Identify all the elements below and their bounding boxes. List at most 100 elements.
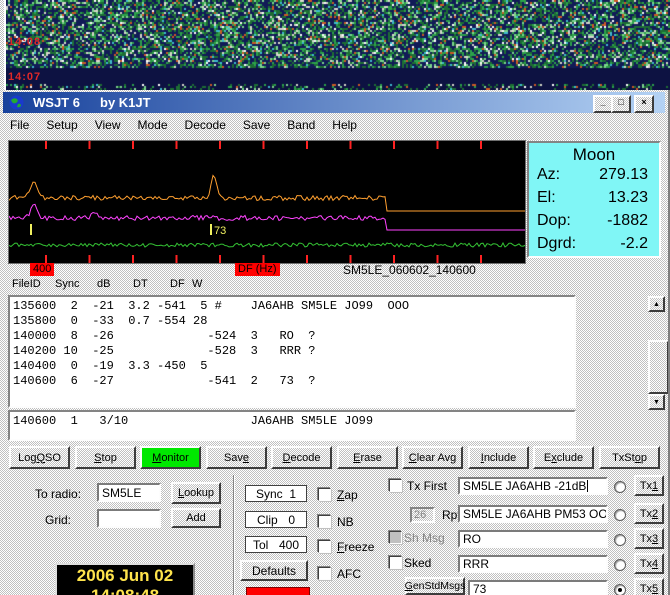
menu-help[interactable]: Help: [332, 118, 357, 132]
to-radio-label: To radio:: [35, 487, 81, 501]
afc-label: AFC: [337, 567, 361, 581]
clip-label: Clip: [257, 513, 278, 527]
clear-avg-button[interactable]: Clear Avg: [402, 446, 463, 469]
tx3-message-value: RO: [463, 532, 481, 546]
moon-az-label: Az:: [537, 166, 560, 184]
sked-checkbox[interactable]: [389, 556, 402, 569]
average-text-area[interactable]: 140600 1 3/10 JA6AHB SM5LE JO99: [8, 410, 576, 441]
defaults-button[interactable]: Defaults: [240, 560, 308, 581]
stop-button[interactable]: Stop: [75, 446, 136, 469]
maximize-button[interactable]: □: [611, 95, 631, 113]
tx1-radio[interactable]: [614, 481, 626, 493]
nb-label: NB: [337, 515, 354, 529]
menu-save[interactable]: Save: [243, 118, 270, 132]
tx5-radio[interactable]: [614, 584, 626, 595]
tx4-message-input[interactable]: RRR: [458, 555, 608, 573]
grid-input[interactable]: [97, 509, 161, 528]
zap-checkbox[interactable]: [318, 488, 331, 501]
tx5-button[interactable]: Tx5: [634, 578, 664, 595]
decode-line[interactable]: 135800 0 -33 0.7 -554 28: [13, 314, 574, 329]
spectrum-graph[interactable]: 73: [8, 140, 526, 264]
save-button[interactable]: Save: [206, 446, 267, 469]
decode-line[interactable]: 140000 8 -26 -524 3 RO ?: [13, 329, 574, 344]
scroll-up-icon[interactable]: ▲: [648, 296, 665, 312]
menu-decode[interactable]: Decode: [185, 118, 226, 132]
decode-line[interactable]: 140200 10 -25 -528 3 RRR ?: [13, 344, 574, 359]
menu-bar: File Setup View Mode Decode Save Band He…: [3, 115, 670, 134]
monitor-button[interactable]: Monitor: [140, 446, 201, 469]
message-marker-label: 73: [214, 225, 226, 237]
scroll-down-icon[interactable]: ▼: [648, 394, 665, 410]
waterfall-display[interactable]: [6, 0, 670, 90]
sync-label: Sync: [256, 487, 283, 501]
header-sync: Sync: [55, 278, 79, 290]
menu-view[interactable]: View: [95, 118, 121, 132]
to-radio-input[interactable]: SM5LE: [97, 483, 161, 502]
menu-band[interactable]: Band: [287, 118, 315, 132]
tx2-message-input[interactable]: SM5LE JA6AHB PM53 OOO: [458, 505, 608, 523]
exclude-button[interactable]: Exclude: [533, 446, 594, 469]
decode-text-area[interactable]: 135600 2 -21 3.2 -541 5 # JA6AHB SM5LE J…: [8, 295, 576, 408]
clock-date: 2006 Jun 02: [57, 566, 193, 586]
tx4-button[interactable]: Tx4: [634, 553, 664, 574]
decode-scrollbar[interactable]: ▲ ▼: [648, 296, 665, 410]
menu-setup[interactable]: Setup: [46, 118, 77, 132]
tx1-button[interactable]: Tx1: [634, 475, 664, 496]
lookup-button[interactable]: Lookup: [171, 482, 221, 504]
menu-file[interactable]: File: [10, 118, 29, 132]
decode-line[interactable]: 140600 6 -27 -541 2 73 ?: [13, 374, 574, 389]
sync-value: 1: [289, 487, 296, 501]
rpt-input[interactable]: 26: [410, 507, 435, 523]
tx1-message-input[interactable]: SM5LE JA6AHB -21dB: [458, 477, 608, 495]
sync-control[interactable]: Sync 1: [245, 485, 307, 502]
header-w: W: [192, 278, 202, 290]
menu-mode[interactable]: Mode: [138, 118, 168, 132]
moon-dgrd-value: -2.2: [620, 235, 648, 253]
sync-marker: [30, 224, 32, 235]
decode-line[interactable]: 135600 2 -21 3.2 -541 5 # JA6AHB SM5LE J…: [13, 299, 574, 314]
tx5-message-input[interactable]: 73: [468, 580, 608, 595]
add-button[interactable]: Add: [171, 508, 221, 528]
moon-panel: Moon Az:279.13 El:13.23 Dop:-1882 Dgrd:-…: [527, 141, 661, 258]
gen-std-msgs-button[interactable]: GenStdMsgs: [405, 577, 465, 595]
tx2-radio[interactable]: [614, 509, 626, 521]
tx4-radio[interactable]: [614, 559, 626, 571]
message-marker: [210, 224, 212, 235]
zap-label: Zap: [337, 488, 358, 502]
tx2-button[interactable]: Tx2: [634, 503, 664, 524]
tol-control[interactable]: Tol400: [245, 536, 307, 553]
clock-time: 14:08:48: [57, 586, 193, 595]
tol-value: 400: [279, 538, 299, 552]
log-qso-button[interactable]: Log QSO: [9, 446, 70, 469]
scroll-thumb[interactable]: [648, 340, 669, 394]
minimize-button[interactable]: _: [593, 95, 613, 113]
wav-file-name: SM5LE_060602_140600: [343, 263, 476, 277]
erase-button[interactable]: Erase: [337, 446, 398, 469]
average-line[interactable]: 140600 1 3/10 JA6AHB SM5LE JO99: [13, 414, 574, 429]
moon-az-value: 279.13: [599, 166, 648, 184]
df-axis-label: DF (Hz): [235, 263, 280, 276]
freeze-checkbox[interactable]: [318, 540, 331, 553]
wsjt-window: WSJT 6 by K1JT _ □ × File Setup View Mod…: [0, 90, 670, 595]
nb-checkbox[interactable]: [318, 515, 331, 528]
tx-first-label: Tx First: [407, 479, 447, 493]
tx-first-checkbox[interactable]: [389, 479, 402, 492]
decode-line[interactable]: 140400 0 -19 3.3 -450 5: [13, 359, 574, 374]
afc-checkbox[interactable]: [318, 567, 331, 580]
moon-row: Az: 279.13: [529, 165, 659, 184]
clip-control[interactable]: Clip 0: [245, 511, 307, 528]
moon-el-value: 13.23: [608, 189, 648, 207]
waterfall-timestamp: 14:08: [8, 36, 41, 48]
tx3-radio[interactable]: [614, 534, 626, 546]
tx3-button[interactable]: Tx3: [634, 528, 664, 549]
app-icon: [9, 95, 24, 110]
tx4-message-value: RRR: [463, 557, 489, 571]
include-button[interactable]: Include: [468, 446, 529, 469]
header-fileid: FileID: [12, 278, 41, 290]
close-button[interactable]: ×: [634, 95, 654, 113]
header-db: dB: [97, 278, 110, 290]
clip-value: 0: [288, 513, 295, 527]
tx3-message-input[interactable]: RO: [458, 530, 608, 548]
decode-button[interactable]: Decode: [271, 446, 332, 469]
txstop-button[interactable]: TxStop: [599, 446, 660, 469]
